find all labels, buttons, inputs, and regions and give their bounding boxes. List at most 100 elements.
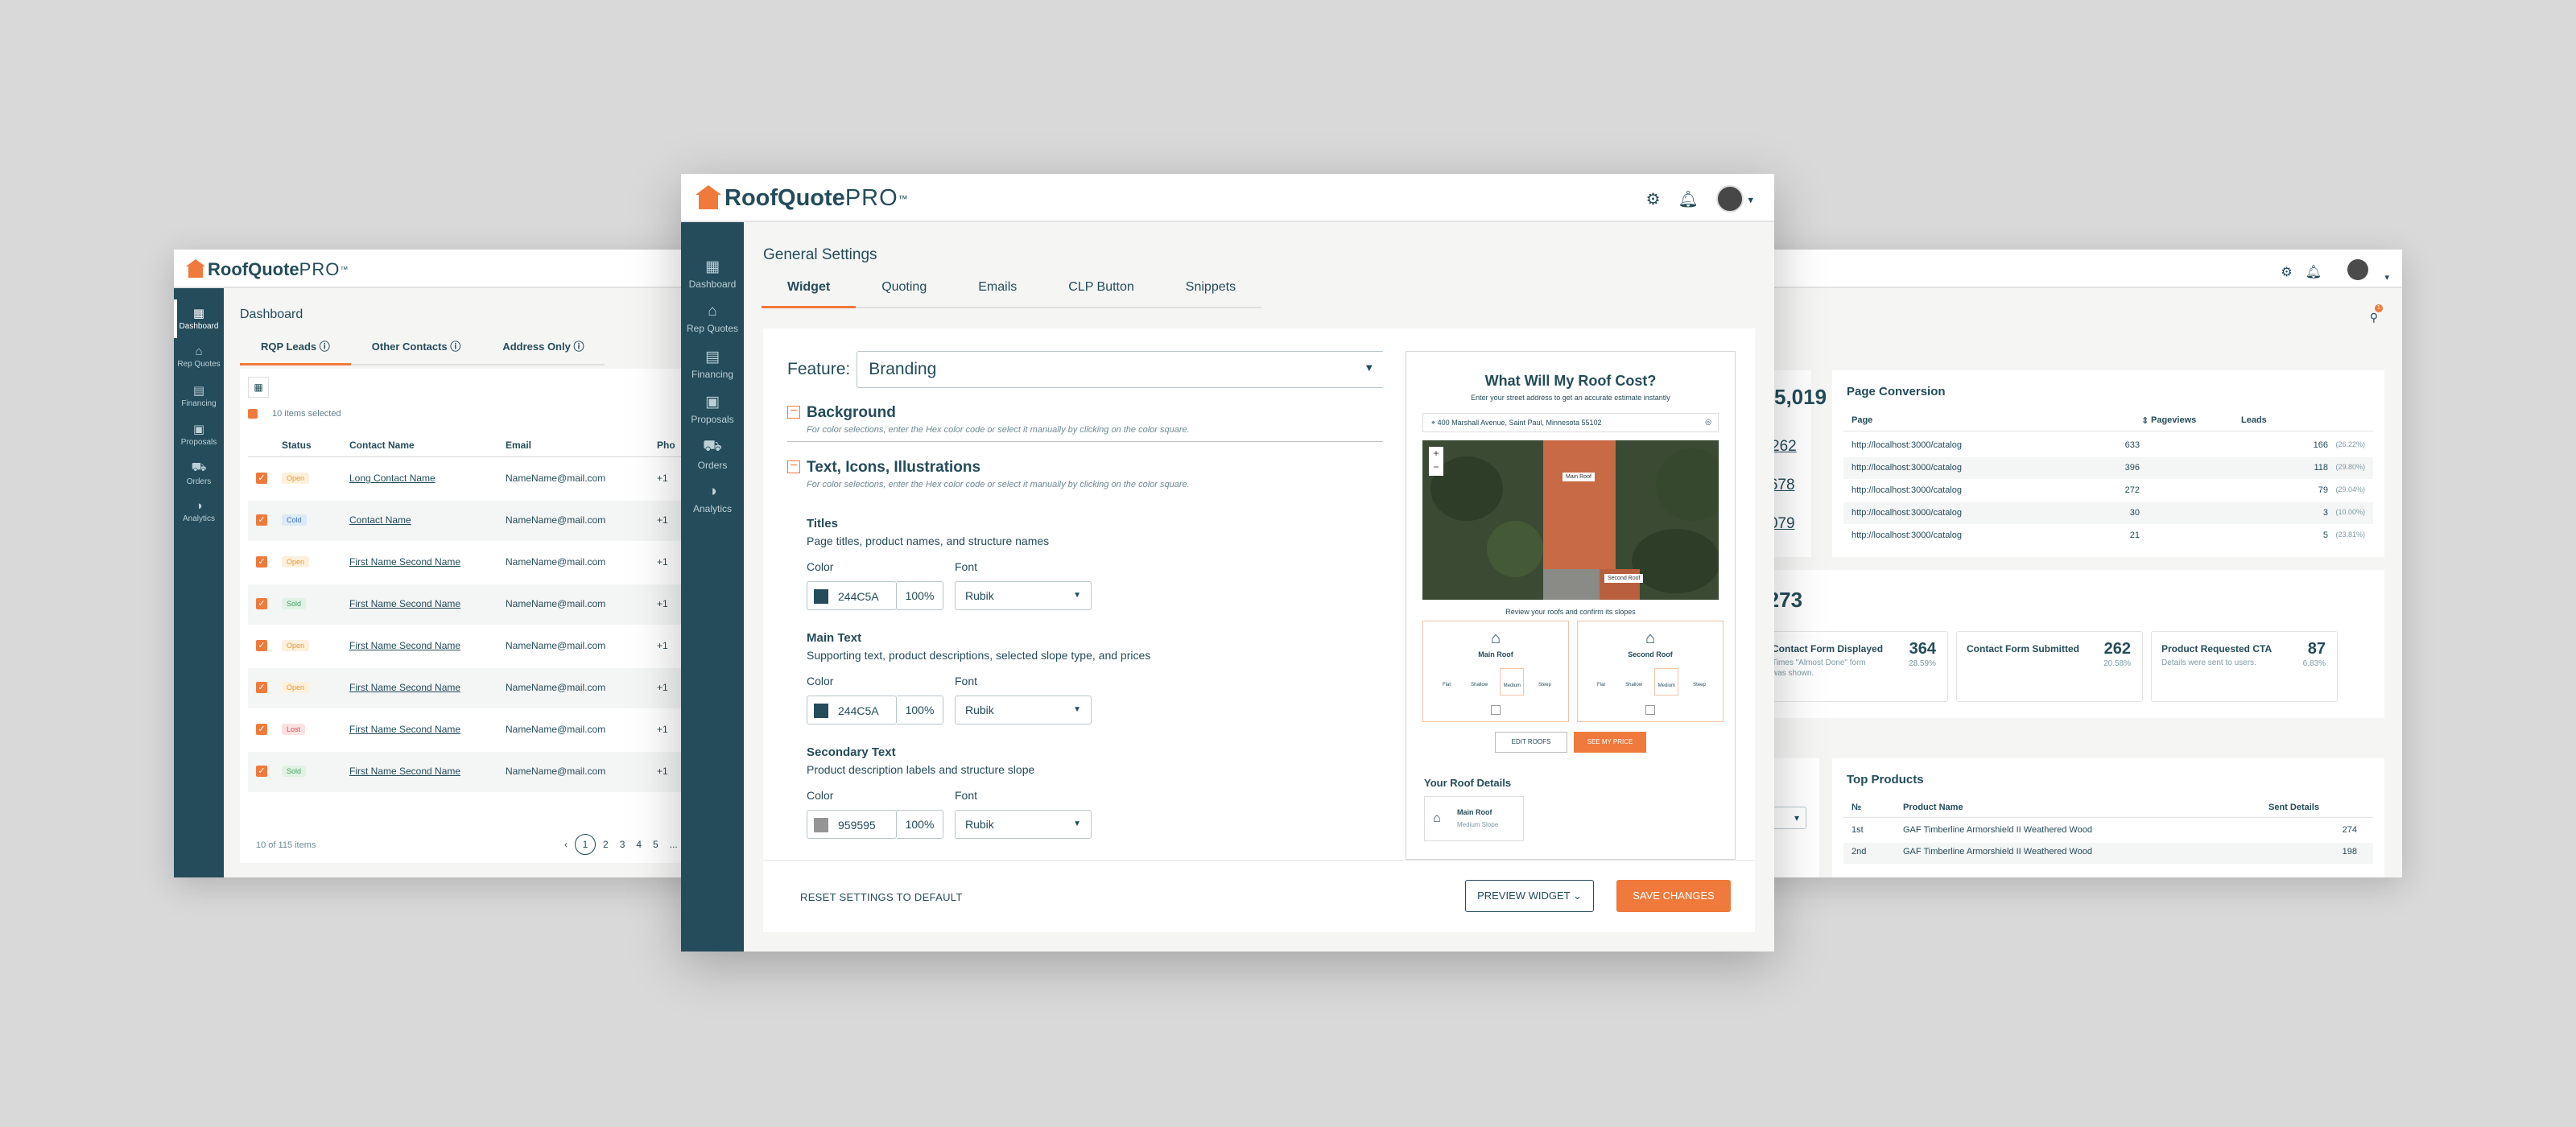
contact-name-link[interactable]: First Name Second Name xyxy=(349,766,460,777)
status-badge[interactable]: Sold xyxy=(282,598,307,609)
sidebar-item-proposals[interactable]: ▣ Proposals xyxy=(174,415,224,454)
font-select[interactable]: Rubik ▼ xyxy=(955,696,1092,724)
contact-name-link[interactable]: First Name Second Name xyxy=(349,682,460,693)
tab-quoting[interactable]: Quoting xyxy=(856,280,952,307)
contact-name-link[interactable]: First Name Second Name xyxy=(349,598,460,609)
color-swatch[interactable] xyxy=(814,589,828,604)
tab-address-only[interactable]: Address Only ⓘ xyxy=(481,338,605,364)
row-checkbox[interactable]: ✓ xyxy=(256,766,267,777)
color-swatch[interactable] xyxy=(814,704,828,718)
logo[interactable]: RoofQuote PRO ™ xyxy=(188,259,349,280)
page-3[interactable]: 3 xyxy=(620,839,625,850)
row-checkbox[interactable]: ✓ xyxy=(256,514,267,526)
gear-icon[interactable]: ⚙ xyxy=(1646,189,1661,209)
contact-name-link[interactable]: Long Contact Name xyxy=(349,473,436,484)
roof-option-card[interactable]: ⌂ Main Roof Flat Shallow Medium Steep xyxy=(1422,621,1569,722)
sidebar-item-dashboard[interactable]: ▦ Dashboard xyxy=(174,299,224,338)
opacity-input[interactable]: 100% xyxy=(897,810,943,839)
prev-page-icon[interactable]: ‹ xyxy=(564,839,568,850)
hex-color-input[interactable]: 959595 xyxy=(807,810,897,839)
row-checkbox[interactable]: ✓ xyxy=(256,724,267,735)
page-5[interactable]: 5 xyxy=(653,839,658,850)
grid-view-icon[interactable]: ▦ xyxy=(248,377,269,398)
map-zoom-control[interactable]: + − xyxy=(1429,447,1443,476)
tab-rqp-leads[interactable]: RQP Leads ⓘ xyxy=(240,338,351,365)
contact-name-link[interactable]: First Name Second Name xyxy=(349,556,460,568)
bell-icon[interactable]: 🔔︎ xyxy=(2306,264,2322,280)
tab-emails[interactable]: Emails xyxy=(952,280,1042,307)
collapse-icon[interactable]: − xyxy=(787,405,800,419)
gear-icon[interactable]: ⚙ xyxy=(2281,264,2292,280)
collapse-icon[interactable]: − xyxy=(787,460,800,473)
roof-checkbox[interactable] xyxy=(1491,705,1501,715)
preview-widget-button[interactable]: PREVIEW WIDGET ⌄ xyxy=(1465,880,1594,912)
sidebar-item-analytics[interactable]: ◑ Analytics xyxy=(681,477,744,522)
status-badge[interactable]: Lost xyxy=(282,724,306,735)
hex-color-input[interactable]: 244C5A xyxy=(807,581,897,610)
contact-name-link[interactable]: First Name Second Name xyxy=(349,640,460,651)
font-select[interactable]: Rubik ▼ xyxy=(955,810,1092,839)
slope-option[interactable]: Steep xyxy=(1533,668,1557,696)
filter-icon[interactable]: ⚲ 1 xyxy=(2370,304,2383,324)
hex-color-input[interactable]: 244C5A xyxy=(807,696,897,724)
tab-other-contacts[interactable]: Other Contacts ⓘ xyxy=(351,338,482,364)
status-badge[interactable]: Cold xyxy=(282,514,307,526)
save-changes-button[interactable]: SAVE CHANGES xyxy=(1616,880,1731,912)
page-1[interactable]: 1 xyxy=(575,834,596,855)
see-my-price-button[interactable]: SEE MY PRICE xyxy=(1574,732,1646,753)
sidebar-item-analytics[interactable]: ◑ Analytics xyxy=(174,493,224,531)
tab-snippets[interactable]: Snippets xyxy=(1160,280,1261,307)
status-badge[interactable]: Open xyxy=(282,473,310,484)
font-select[interactable]: Rubik ▼ xyxy=(955,581,1092,610)
row-checkbox[interactable]: ✓ xyxy=(256,640,267,651)
sidebar: ▦ Dashboard ⌂ Rep Quotes ▤ Financing ▣ Propo… xyxy=(681,222,744,952)
feature-select[interactable]: Branding ▼ xyxy=(857,351,1383,388)
sidebar-item-orders[interactable]: ⛟ Orders xyxy=(681,431,744,477)
satellite-map[interactable]: + − Main Roof Second Roof xyxy=(1422,440,1719,600)
status-badge[interactable]: Open xyxy=(282,682,310,693)
slope-option[interactable]: Flat xyxy=(1589,668,1613,696)
edit-roofs-button[interactable]: EDIT ROOFS xyxy=(1495,732,1567,753)
contact-name-link[interactable]: Contact Name xyxy=(349,514,411,526)
address-input[interactable]: ⌖ 400 Marshall Avenue, Saint Paul, Minne… xyxy=(1422,413,1719,432)
slope-option[interactable]: Medium xyxy=(1500,668,1525,696)
tab-clp-button[interactable]: CLP Button xyxy=(1042,280,1160,307)
tab-widget[interactable]: Widget xyxy=(762,280,857,308)
page-2[interactable]: 2 xyxy=(603,839,609,850)
row-checkbox[interactable]: ✓ xyxy=(256,556,267,568)
reset-settings-button[interactable]: RESET SETTINGS TO DEFAULT xyxy=(800,891,963,903)
sidebar-item-financing[interactable]: ▤ Financing xyxy=(681,341,744,386)
select-all-checkbox[interactable] xyxy=(248,409,258,419)
sidebar-item-financing[interactable]: ▤ Financing xyxy=(174,377,224,415)
color-swatch[interactable] xyxy=(814,818,828,832)
color-font-group: Main Text Supporting text, product descri… xyxy=(807,631,1370,724)
avatar[interactable]: ▾ xyxy=(2334,259,2389,284)
sidebar-item-proposals[interactable]: ▣ Proposals xyxy=(681,386,744,431)
conversion-card: 1,273 Contact Form Displayed Times "Almos… xyxy=(1739,570,2384,718)
opacity-input[interactable]: 100% xyxy=(897,696,943,724)
status-badge[interactable]: Open xyxy=(282,556,310,568)
contact-name-link[interactable]: First Name Second Name xyxy=(349,724,460,735)
bell-icon[interactable]: 🔔︎ xyxy=(1678,189,1699,209)
sidebar-item-rep-quotes[interactable]: ⌂ Rep Quotes xyxy=(174,338,224,377)
slope-option[interactable]: Flat xyxy=(1435,668,1459,696)
sidebar-item-dashboard[interactable]: ▦ Dashboard xyxy=(681,251,744,296)
page-4[interactable]: 4 xyxy=(636,839,642,850)
row-checkbox[interactable]: ✓ xyxy=(256,682,267,693)
roof-option-card[interactable]: ⌂ Second Roof Flat Shallow Medium Steep xyxy=(1577,621,1724,722)
slope-option[interactable]: Steep xyxy=(1687,668,1711,696)
row-checkbox[interactable]: ✓ xyxy=(256,473,267,484)
avatar[interactable]: ▾ xyxy=(1715,185,1753,213)
logo[interactable]: RoofQuote PRO ™ xyxy=(699,185,909,212)
info-icon: ⓘ xyxy=(319,341,330,353)
slope-option[interactable]: Medium xyxy=(1654,668,1679,696)
slope-option[interactable]: Shallow xyxy=(1468,668,1492,696)
opacity-input[interactable]: 100% xyxy=(897,581,943,610)
roof-checkbox[interactable] xyxy=(1645,705,1655,715)
status-badge[interactable]: Open xyxy=(282,640,310,651)
sidebar-item-orders[interactable]: ⛟ Orders xyxy=(174,454,224,493)
status-badge[interactable]: Sold xyxy=(282,766,307,777)
row-checkbox[interactable]: ✓ xyxy=(256,598,267,609)
slope-option[interactable]: Shallow xyxy=(1622,668,1646,696)
sidebar-item-rep-quotes[interactable]: ⌂ Rep Quotes xyxy=(681,296,744,341)
